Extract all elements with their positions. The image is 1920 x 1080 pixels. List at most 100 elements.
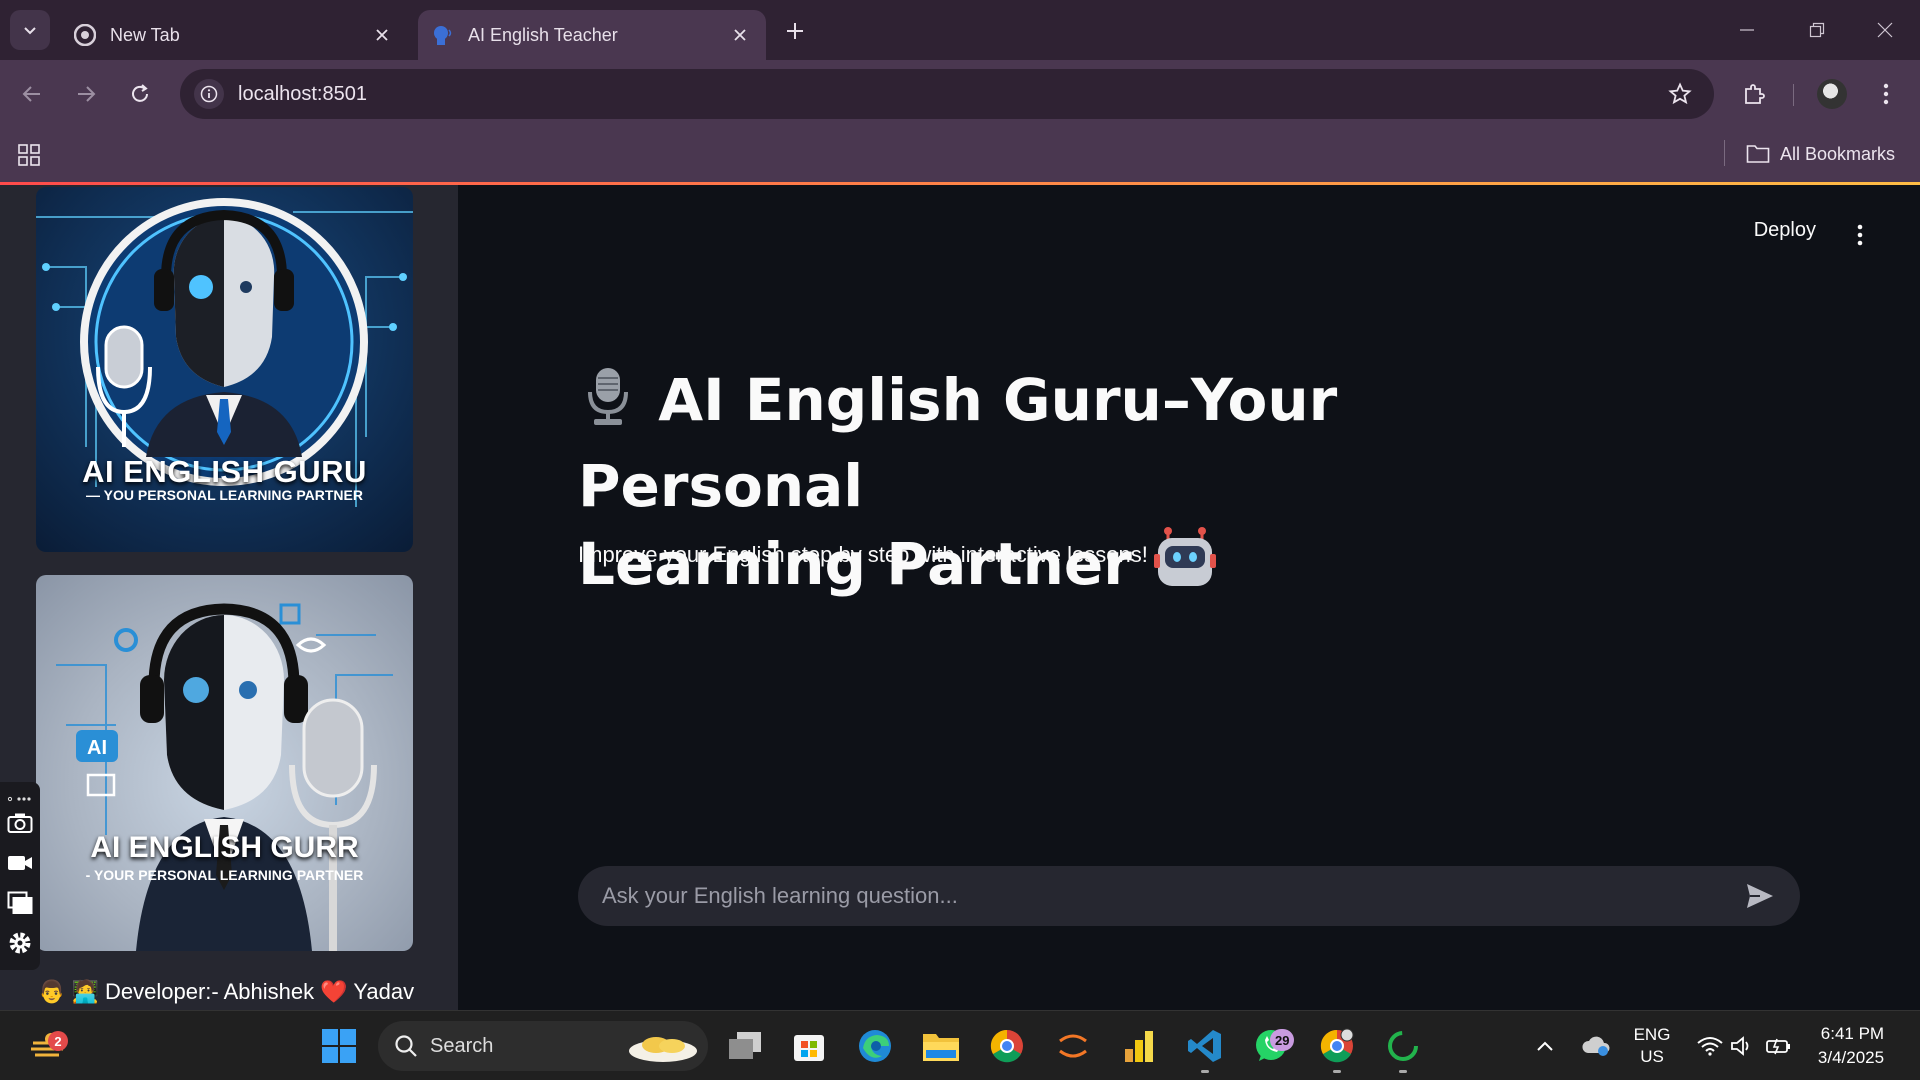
tab-title: AI English Teacher [468, 24, 618, 45]
chevron-down-icon [24, 27, 36, 35]
speaker-icon [1731, 1036, 1749, 1056]
onedrive-button[interactable] [1578, 1011, 1614, 1080]
chat-input[interactable] [602, 866, 1740, 926]
all-bookmarks-label: All Bookmarks [1780, 143, 1896, 164]
toolbar-divider [1793, 84, 1794, 106]
arrow-left-icon [22, 86, 40, 102]
chrome-profile-app[interactable] [1316, 1025, 1358, 1073]
weather-widget[interactable]: 2 [26, 1025, 68, 1067]
extensions-button[interactable] [1736, 76, 1772, 112]
close-icon[interactable] [728, 23, 752, 47]
image-subtitle: — YOU PERSONAL LEARNING PARTNER [86, 487, 363, 503]
app-menu-button[interactable] [1848, 223, 1872, 247]
all-bookmarks-button[interactable]: All Bookmarks [1746, 138, 1895, 170]
address-bar[interactable]: localhost:8501 [180, 69, 1714, 119]
running-indicator [1399, 1070, 1407, 1073]
close-icon[interactable] [370, 23, 394, 47]
power-bi-app[interactable] [1118, 1025, 1160, 1067]
notification-badge: 2 [48, 1031, 68, 1051]
back-button[interactable] [14, 76, 50, 112]
image-subtitle: - YOUR PERSONAL LEARNING PARTNER [85, 867, 364, 883]
language-indicator[interactable]: ENG US [1628, 1011, 1676, 1080]
profile-button[interactable] [1814, 76, 1850, 112]
browser-tab-bar: New Tab AI English Teacher [0, 0, 1920, 60]
vscode-app[interactable] [1184, 1025, 1226, 1073]
language-code: ENG [1633, 1025, 1671, 1044]
volume-button[interactable] [1726, 1011, 1758, 1080]
show-hidden-icons-button[interactable] [1530, 1011, 1560, 1080]
notification-badge: 29 [1270, 1029, 1295, 1051]
camera-icon[interactable] [5, 808, 35, 838]
tab-title: New Tab [110, 24, 180, 45]
chrome-icon [1320, 1028, 1354, 1063]
browser-menu-button[interactable] [1868, 76, 1904, 112]
forward-button[interactable] [68, 76, 104, 112]
clock-time: 6:41 PM [1820, 1024, 1885, 1043]
tab-ai-english-teacher[interactable]: AI English Teacher [418, 10, 766, 60]
send-button[interactable] [1740, 876, 1780, 916]
wifi-button[interactable] [1692, 1011, 1728, 1080]
plus-icon [787, 23, 803, 39]
bookmarks-divider [1724, 140, 1725, 166]
kebab-menu-icon [1857, 224, 1863, 246]
developer-credit: 👨 🧑‍💻 Developer:- Abhishek ❤️ Yadav [38, 979, 415, 1004]
video-camera-icon[interactable] [5, 848, 35, 878]
bookmark-star-icon[interactable] [1660, 74, 1700, 114]
search-label: Search [430, 1034, 494, 1057]
kebab-menu-icon [1883, 83, 1889, 105]
close-icon [1877, 22, 1893, 38]
info-icon[interactable] [194, 79, 224, 109]
wifi-icon [1697, 1037, 1723, 1056]
window-capture-icon[interactable] [5, 888, 35, 918]
tab-search-button[interactable] [10, 10, 50, 50]
app-sidebar: AI ENGLISH GURU — YOU PERSONAL LEARNING … [0, 185, 458, 1010]
os-taskbar: 2 Search 29 ENG US 6:41 PM 3/4/2025 [0, 1010, 1920, 1080]
grid-icon [18, 144, 40, 166]
avatar [1817, 79, 1847, 109]
ai-guru-microphone-illustration: AI [56, 603, 393, 951]
close-window-button[interactable] [1860, 10, 1910, 50]
restore-button[interactable] [1792, 10, 1842, 50]
robot-icon [1152, 526, 1218, 611]
folder-icon [1746, 145, 1770, 163]
gear-icon[interactable] [5, 928, 35, 958]
whatsapp-app[interactable]: 29 [1250, 1025, 1295, 1067]
edge-app[interactable] [854, 1025, 896, 1067]
browser-toolbar: localhost:8501 [0, 60, 1920, 128]
arrow-right-icon [78, 86, 96, 102]
image-title: AI ENGLISH GURU [82, 454, 367, 489]
jupyter-app[interactable] [1052, 1025, 1094, 1067]
tab-new-tab[interactable]: New Tab [60, 10, 408, 60]
battery-button[interactable] [1762, 1011, 1796, 1080]
reload-button[interactable] [122, 76, 158, 112]
url-text[interactable]: localhost:8501 [238, 83, 1660, 106]
chat-input-container [578, 866, 1800, 926]
battery-icon [1766, 1038, 1790, 1055]
image-title: AI ENGLISH GURR [90, 831, 359, 864]
apps-button[interactable] [14, 140, 44, 170]
logo-image-primary: AI ENGLISH GURU — YOU PERSONAL LEARNING … [36, 187, 413, 552]
clock[interactable]: 6:41 PM 3/4/2025 [1806, 1011, 1896, 1080]
chrome-icon [74, 24, 96, 46]
chrome-app[interactable] [986, 1025, 1028, 1067]
search-icon [395, 1035, 417, 1057]
speaking-head-icon [432, 24, 454, 46]
folder-icon [923, 1034, 959, 1061]
minimize-button[interactable] [1722, 10, 1772, 50]
restore-icon [1809, 22, 1825, 38]
jupyter-icon [1059, 1034, 1087, 1058]
deploy-button[interactable]: Deploy [1754, 219, 1816, 242]
search-highlight-icon [629, 1037, 697, 1062]
bar-chart-icon [1125, 1031, 1153, 1062]
new-tab-button[interactable] [778, 14, 812, 48]
microsoft-store-app[interactable] [788, 1025, 830, 1067]
app-main: Deploy AI English Guru–Your Personal Lea… [458, 185, 1920, 1010]
start-button[interactable] [318, 1025, 360, 1067]
file-explorer-app[interactable] [920, 1025, 962, 1067]
store-icon [794, 1035, 824, 1061]
running-indicator [1201, 1070, 1209, 1073]
loading-app[interactable] [1382, 1025, 1424, 1073]
running-indicator [1333, 1070, 1341, 1073]
taskbar-search[interactable]: Search [378, 1021, 708, 1071]
task-view-button[interactable] [724, 1025, 766, 1067]
